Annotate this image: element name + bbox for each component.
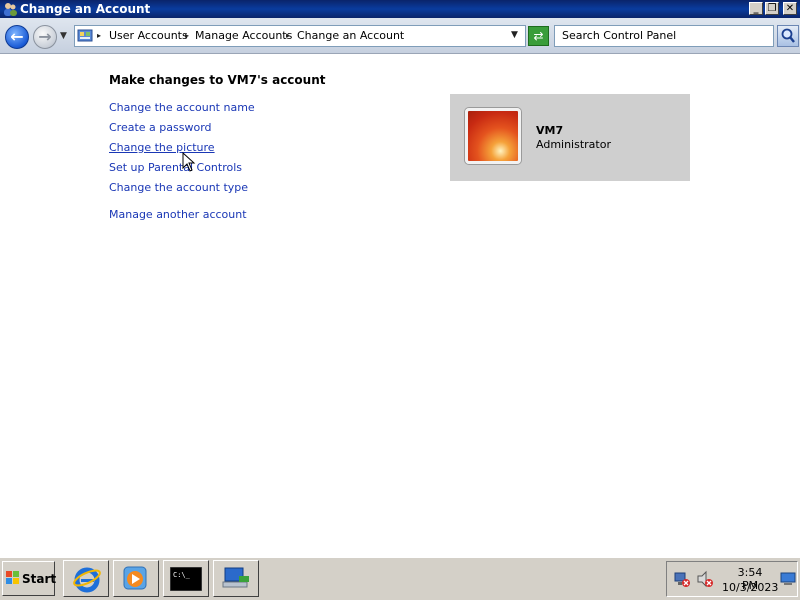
refresh-icon: ⇄	[533, 29, 544, 43]
search-icon	[781, 28, 795, 43]
back-button[interactable]: ←	[5, 25, 29, 49]
breadcrumb-manage-accounts[interactable]: Manage Accounts	[195, 29, 292, 43]
page-heading: Make changes to VM7's account	[109, 73, 326, 87]
back-arrow-icon: ←	[10, 27, 24, 46]
start-label: Start	[22, 572, 57, 586]
forward-arrow-icon: →	[38, 27, 52, 46]
window-title: Change an Account	[20, 2, 151, 16]
parental-controls-link[interactable]: Set up Parental Controls	[109, 161, 242, 175]
windows-flag-icon	[6, 571, 19, 584]
breadcrumb-change-an-account[interactable]: Change an Account	[297, 29, 404, 43]
forward-button[interactable]: →	[33, 25, 57, 49]
windows-media-player-icon	[123, 566, 147, 590]
breadcrumb-user-accounts[interactable]: User Accounts	[109, 29, 188, 43]
command-prompt-icon: C:\_	[170, 567, 202, 591]
internet-explorer-icon	[73, 567, 101, 593]
address-dropdown-chevron-icon[interactable]: ▼	[511, 30, 518, 40]
start-button[interactable]: Start	[2, 561, 57, 596]
volume-muted-icon[interactable]	[696, 570, 714, 588]
create-password-link[interactable]: Create a password	[109, 121, 212, 135]
breadcrumb-separator-icon[interactable]: ▸	[97, 31, 101, 40]
manage-another-account-link[interactable]: Manage another account	[109, 208, 247, 222]
search-placeholder: Search Control Panel	[562, 29, 677, 42]
account-name: VM7	[536, 124, 564, 137]
windows-media-player-button[interactable]	[113, 560, 159, 597]
restore-button[interactable]: ❐	[765, 2, 779, 15]
account-tile: VM7 Administrator	[450, 94, 690, 181]
recent-pages-chevron-icon[interactable]: ▼	[60, 31, 67, 41]
show-desktop-icon[interactable]	[780, 572, 796, 586]
user-accounts-icon	[4, 3, 17, 16]
change-account-name-link[interactable]: Change the account name	[109, 101, 255, 115]
clock-date[interactable]: 10/3/2023	[722, 581, 778, 594]
mouse-cursor-icon	[182, 152, 196, 172]
account-type: Administrator	[536, 138, 611, 151]
network-computer-button[interactable]	[213, 560, 259, 597]
user-picture-avatar	[465, 108, 521, 164]
network-disconnected-icon[interactable]	[673, 570, 691, 588]
search-input[interactable]: Search Control Panel	[554, 25, 774, 47]
refresh-button[interactable]: ⇄	[528, 26, 549, 46]
command-prompt-button[interactable]: C:\_	[163, 560, 209, 597]
change-picture-link[interactable]: Change the picture	[109, 141, 215, 155]
breadcrumb-separator-icon[interactable]: ▸	[286, 31, 290, 40]
search-button[interactable]	[777, 25, 799, 47]
minimize-button[interactable]: _	[749, 2, 763, 15]
breadcrumb-separator-icon[interactable]: ▸	[185, 31, 189, 40]
internet-explorer-button[interactable]	[63, 560, 109, 597]
close-button[interactable]: ✕	[783, 2, 797, 15]
address-bar[interactable]: ▸ User Accounts ▸ Manage Accounts ▸ Chan…	[74, 25, 526, 47]
svg-text:C:\_: C:\_	[173, 571, 191, 579]
network-computer-icon	[222, 567, 249, 588]
change-account-type-link[interactable]: Change the account type	[109, 181, 248, 195]
control-panel-icon	[77, 29, 93, 42]
